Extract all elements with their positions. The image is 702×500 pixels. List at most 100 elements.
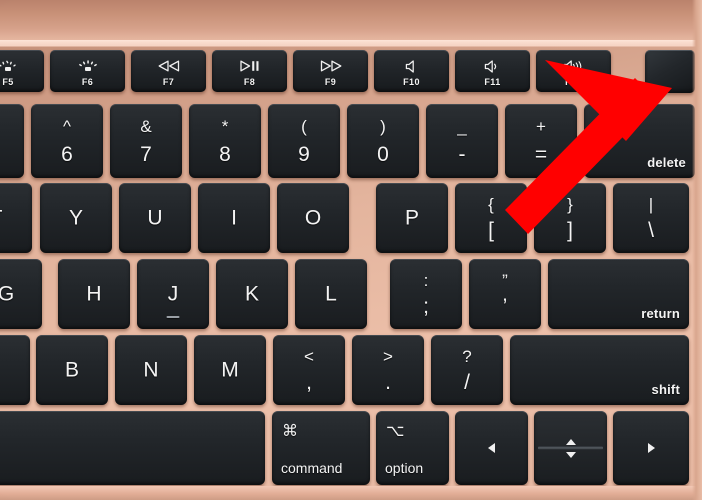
key-semicolon[interactable]: : ;: [390, 259, 462, 329]
key-quote-shift-label: ”: [502, 271, 508, 291]
key-f5[interactable]: F5: [0, 50, 44, 92]
key-v[interactable]: [0, 335, 30, 405]
rewind-icon: [131, 59, 206, 73]
arrow-right-icon: [613, 411, 689, 485]
key-k[interactable]: K: [216, 259, 288, 329]
key-9-label: 9: [298, 143, 310, 167]
key-bracket-left[interactable]: { [: [455, 183, 527, 253]
volume-mute-icon: [374, 59, 449, 73]
key-return-label: return: [641, 306, 680, 321]
key-return[interactable]: return: [548, 259, 689, 329]
key-y[interactable]: Y: [40, 183, 112, 253]
key-j[interactable]: J: [137, 259, 209, 329]
key-t-label: T: [0, 208, 32, 229]
key-touch-id[interactable]: [645, 50, 695, 93]
key-minus-label: -: [458, 143, 466, 167]
key-f7-label: F7: [162, 77, 175, 87]
key-option-right-label: option: [385, 460, 424, 476]
key-equals[interactable]: + =: [505, 104, 577, 178]
key-p-label: P: [404, 206, 419, 230]
key-6-label: 6: [61, 143, 73, 167]
key-o[interactable]: O: [277, 183, 349, 253]
command-icon: ⌘: [282, 423, 298, 440]
key-period-shift-label: >: [383, 347, 393, 367]
key-f5-label: F5: [2, 77, 14, 87]
key-bracket-left-label: [: [488, 219, 494, 243]
key-7-label: 7: [140, 143, 152, 167]
key-arrow-right[interactable]: [613, 411, 689, 485]
key-b[interactable]: B: [36, 335, 108, 405]
key-comma-label: ,: [306, 371, 312, 395]
key-comma[interactable]: < ,: [273, 335, 345, 405]
home-row-indicator: [166, 316, 180, 318]
key-f8-label: F8: [243, 77, 256, 87]
key-arrow-up[interactable]: [534, 411, 607, 448]
key-backslash-shift-label: |: [648, 195, 654, 215]
key-u-label: U: [147, 206, 163, 230]
key-9[interactable]: ( 9: [268, 104, 340, 178]
key-backslash-label: \: [648, 219, 654, 243]
key-f10[interactable]: F10: [374, 50, 449, 92]
key-shift-right-label: shift: [651, 382, 680, 397]
key-delete[interactable]: delete: [584, 104, 695, 178]
key-f9-label: F9: [324, 77, 337, 87]
key-f7[interactable]: F7: [131, 50, 206, 92]
key-backslash[interactable]: | \: [613, 183, 689, 253]
key-minus[interactable]: _ -: [426, 104, 498, 178]
play-pause-icon: [212, 59, 287, 73]
key-h-label: H: [86, 282, 102, 306]
key-m[interactable]: M: [194, 335, 266, 405]
key-h[interactable]: H: [58, 259, 130, 329]
key-6[interactable]: ^ 6: [31, 104, 103, 178]
key-shift-right[interactable]: shift: [510, 335, 689, 405]
key-g[interactable]: G: [0, 259, 42, 329]
key-f9[interactable]: F9: [293, 50, 368, 92]
key-quote-label: ’: [502, 295, 508, 319]
key-0[interactable]: ) 0: [347, 104, 419, 178]
key-f12[interactable]: F12: [536, 50, 611, 92]
chassis-right-edge: [692, 0, 702, 500]
key-spacebar[interactable]: [0, 411, 265, 485]
key-n[interactable]: N: [115, 335, 187, 405]
key-f11[interactable]: F11: [455, 50, 530, 92]
key-t[interactable]: T: [0, 183, 32, 253]
key-arrow-left[interactable]: [455, 411, 528, 485]
chassis-top-highlight: [0, 40, 702, 47]
arrow-up-icon: [565, 439, 576, 445]
key-command-right[interactable]: ⌘ command: [272, 411, 370, 485]
key-9-shift-label: (: [301, 117, 307, 137]
fast-forward-icon: [293, 59, 368, 73]
key-slash[interactable]: ? /: [431, 335, 503, 405]
key-slash-shift-label: ?: [462, 347, 472, 367]
keyboard-backlight-up-icon: [50, 59, 125, 73]
key-comma-shift-label: <: [304, 347, 314, 367]
key-b-label: B: [64, 358, 79, 382]
key-y-label: Y: [68, 206, 83, 230]
key-8-label: 8: [219, 143, 231, 167]
key-slash-label: /: [464, 371, 470, 395]
key-8[interactable]: * 8: [189, 104, 261, 178]
key-p[interactable]: P: [376, 183, 448, 253]
key-f6[interactable]: F6: [50, 50, 125, 92]
key-m-label: M: [221, 358, 239, 382]
key-f8[interactable]: F8: [212, 50, 287, 92]
key-u[interactable]: U: [119, 183, 191, 253]
chassis-bottom-edge: [0, 486, 702, 500]
key-arrow-updown[interactable]: [534, 411, 607, 485]
key-quote[interactable]: ” ’: [469, 259, 541, 329]
key-bracket-right-label: ]: [567, 219, 573, 243]
key-l[interactable]: L: [295, 259, 367, 329]
key-bracket-left-shift-label: {: [488, 195, 494, 215]
key-f11-label: F11: [484, 77, 501, 87]
key-bracket-right-shift-label: }: [567, 195, 573, 215]
key-g-label: G: [0, 282, 15, 306]
key-i[interactable]: I: [198, 183, 270, 253]
key-f12-label: F12: [565, 77, 582, 87]
key-8-shift-label: *: [221, 117, 229, 137]
key-7[interactable]: & 7: [110, 104, 182, 178]
key-option-right[interactable]: ⌥ option: [376, 411, 449, 485]
key-arrow-down[interactable]: [534, 448, 607, 485]
key-period[interactable]: > .: [352, 335, 424, 405]
key-bracket-right[interactable]: } ]: [534, 183, 606, 253]
key-number-partial-left[interactable]: [0, 104, 24, 178]
